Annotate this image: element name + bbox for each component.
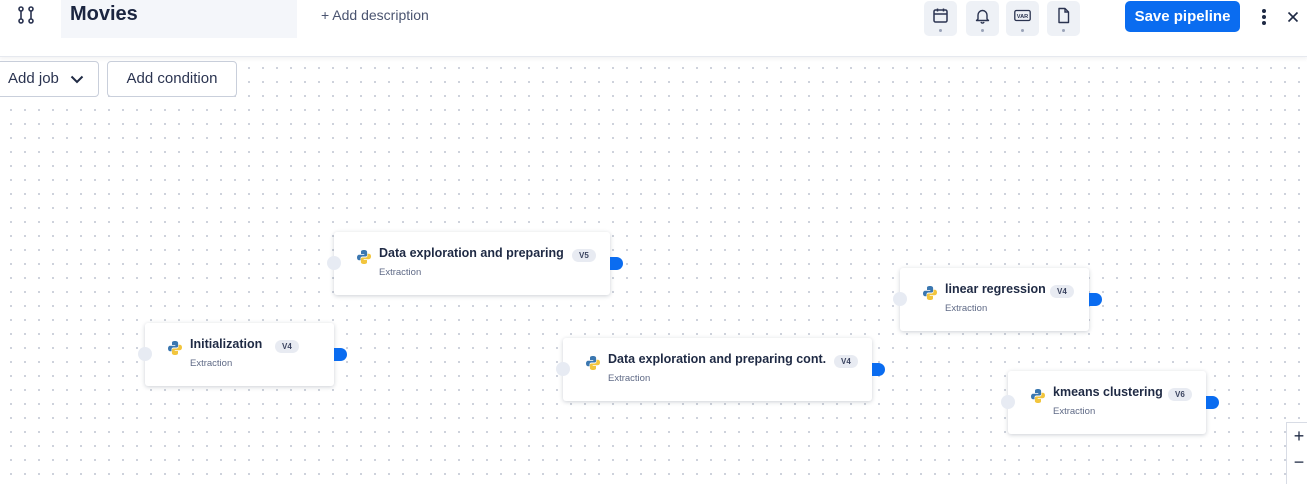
- pipeline-title: Movies: [70, 3, 138, 25]
- pipeline-icon[interactable]: [16, 5, 36, 25]
- job-name: Data exploration and preparing cont.: [608, 352, 827, 366]
- add-description-link[interactable]: + Add description: [321, 7, 429, 23]
- job-name: linear regression: [945, 282, 1046, 296]
- version-badge: V6: [1168, 388, 1192, 401]
- output-port[interactable]: [1206, 396, 1219, 409]
- job-node[interactable]: Initialization V4 Extraction: [138, 323, 347, 386]
- notifications-button[interactable]: [966, 1, 999, 36]
- job-name: kmeans clustering: [1053, 385, 1163, 399]
- zoom-in-button[interactable]: +: [1287, 424, 1307, 448]
- job-type: Extraction: [379, 267, 422, 278]
- output-port[interactable]: [334, 348, 347, 361]
- python-icon: [168, 341, 182, 355]
- job-type: Extraction: [945, 303, 988, 314]
- version-badge: V5: [572, 249, 596, 262]
- input-port[interactable]: [556, 362, 570, 376]
- add-job-label: Add job: [8, 70, 59, 87]
- documentation-button[interactable]: [1047, 1, 1080, 36]
- input-port[interactable]: [1001, 395, 1015, 409]
- job-node[interactable]: linear regression V4 Extraction: [893, 268, 1102, 331]
- output-port[interactable]: [1089, 293, 1102, 306]
- version-badge: V4: [275, 340, 299, 353]
- job-node[interactable]: kmeans clustering V6 Extraction: [1001, 371, 1219, 434]
- input-port[interactable]: [327, 256, 341, 270]
- pipeline-title-field[interactable]: Movies: [61, 0, 297, 38]
- python-icon: [586, 356, 600, 370]
- python-icon: [1031, 389, 1045, 403]
- input-port[interactable]: [138, 347, 152, 361]
- var-icon: VAR: [1014, 9, 1031, 22]
- calendar-icon: [933, 8, 948, 23]
- add-condition-button[interactable]: Add condition: [107, 61, 237, 97]
- job-name: Data exploration and preparing: [379, 246, 564, 260]
- python-icon: [357, 250, 371, 264]
- more-options-icon[interactable]: [1259, 8, 1269, 26]
- var-label: VAR: [1017, 14, 1028, 20]
- zoom-out-button[interactable]: −: [1287, 450, 1307, 474]
- job-type: Extraction: [190, 358, 233, 369]
- bell-icon: [975, 9, 990, 24]
- document-icon: [1058, 7, 1070, 24]
- version-badge: V4: [834, 355, 858, 368]
- job-node[interactable]: Data exploration and preparing V5 Extrac…: [327, 232, 623, 295]
- output-port[interactable]: [872, 363, 885, 376]
- output-port[interactable]: [610, 257, 623, 270]
- zoom-controls: + −: [1286, 422, 1307, 484]
- close-icon[interactable]: [1287, 11, 1299, 23]
- variables-button[interactable]: VAR: [1006, 1, 1039, 36]
- version-badge: V4: [1050, 285, 1074, 298]
- job-node[interactable]: Data exploration and preparing cont. V4 …: [556, 338, 885, 401]
- add-job-button[interactable]: Add job: [0, 61, 99, 97]
- save-pipeline-button[interactable]: Save pipeline: [1125, 1, 1240, 32]
- python-icon: [923, 286, 937, 300]
- schedule-button[interactable]: [924, 1, 957, 36]
- pipeline-header: Movies + Add description VAR Save pipeli…: [0, 0, 1307, 57]
- input-port[interactable]: [893, 292, 907, 306]
- job-type: Extraction: [1053, 406, 1096, 417]
- job-name: Initialization: [190, 337, 263, 351]
- job-type: Extraction: [608, 373, 651, 384]
- chevron-down-icon: [70, 75, 84, 84]
